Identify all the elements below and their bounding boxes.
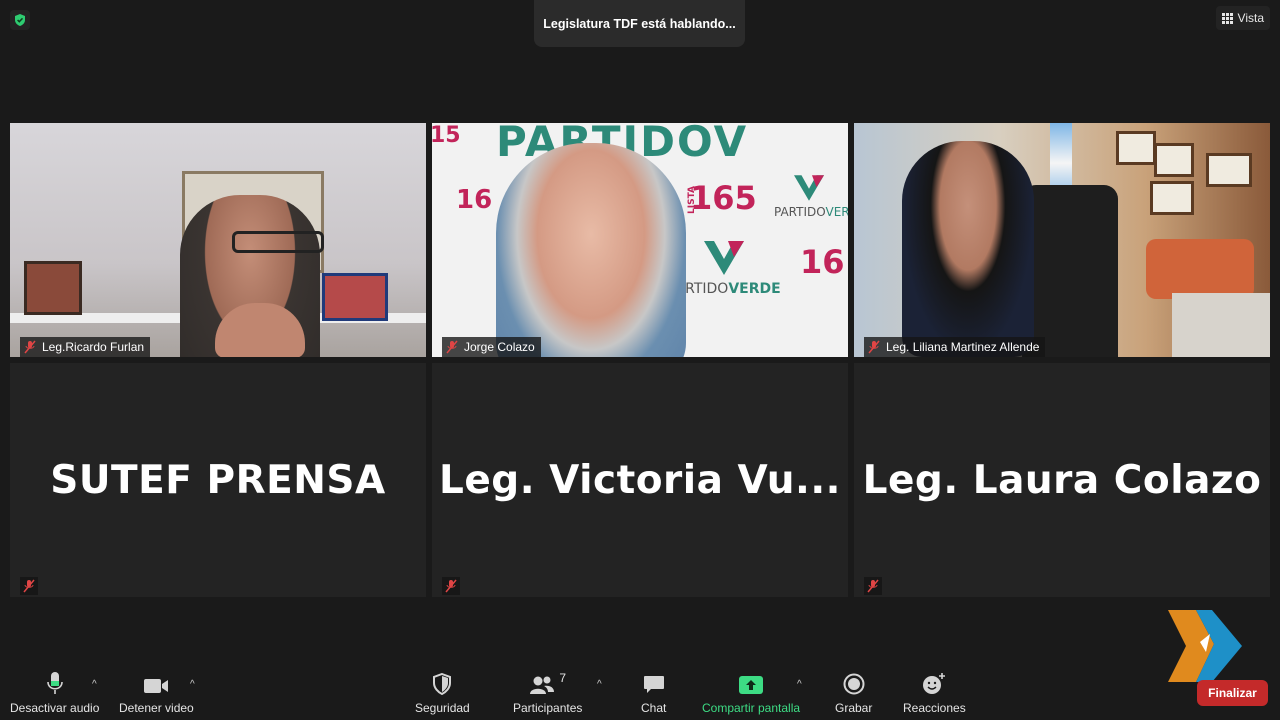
participant-name: Leg.Ricardo Furlan: [42, 340, 145, 354]
wall-frame: [1116, 131, 1156, 165]
photo-frame: [24, 261, 82, 315]
participant-name-tile[interactable]: Leg. Laura Colazo: [854, 363, 1270, 597]
wall-frame: [1154, 143, 1194, 177]
participant-display-name: SUTEF PRENSA: [50, 457, 386, 503]
participant-glasses: [232, 231, 324, 253]
muted-mic-icon: [864, 577, 882, 595]
grid-icon: [1221, 12, 1233, 24]
participant-nametag: Jorge Colazo: [442, 337, 541, 357]
partido-verde-logo: [704, 241, 744, 275]
participant-video-tile[interactable]: Leg. Liliana Martinez Allende: [854, 123, 1270, 357]
backdrop-text: PARTIDOVERDE: [774, 205, 848, 219]
chat-button[interactable]: Chat: [641, 671, 666, 715]
zoom-meeting-window: Legislatura TDF está hablando... Vista L…: [0, 0, 1280, 720]
share-screen-label: Compartir pantalla: [702, 701, 801, 715]
participant-video-tile[interactable]: Leg.Ricardo Furlan: [10, 123, 426, 357]
backdrop-text: 16: [456, 185, 493, 215]
chat-bubble-icon: [643, 676, 664, 693]
muted-mic-icon: [868, 340, 880, 354]
end-meeting-label: Finalizar: [1208, 686, 1257, 700]
meeting-controls-toolbar: Desactivar audio ^ Detener video ^ Segur…: [0, 648, 1280, 720]
view-label: Vista: [1237, 11, 1264, 25]
participants-label: Participantes: [513, 701, 583, 715]
participant-nametag: Leg.Ricardo Furlan: [20, 337, 151, 357]
security-button[interactable]: Seguridad: [415, 671, 470, 715]
partido-verde-logo: [794, 175, 824, 201]
participant-figure: [496, 143, 686, 357]
wall-frame: [1206, 153, 1252, 187]
record-icon: [843, 673, 865, 695]
microphone-icon: [46, 672, 63, 694]
photo-frame: [322, 273, 388, 321]
participant-display-name: Leg. Victoria Vu...: [438, 457, 842, 503]
participant-display-name: Leg. Laura Colazo: [862, 457, 1262, 503]
participant-name-tile[interactable]: SUTEF PRENSA: [10, 363, 426, 597]
audio-options-chevron-icon[interactable]: ^: [92, 679, 97, 690]
participants-count: 7: [559, 671, 567, 685]
mute-audio-label: Desactivar audio: [10, 701, 100, 715]
participants-icon: [530, 676, 555, 694]
stop-video-button[interactable]: Detener video: [119, 671, 194, 715]
muted-mic-icon: [446, 340, 458, 354]
wall-frame: [1150, 181, 1194, 215]
mute-audio-button[interactable]: Desactivar audio: [10, 671, 99, 715]
office-chair: [1022, 185, 1118, 357]
active-speaker-banner: Legislatura TDF está hablando...: [534, 0, 745, 47]
sofa: [1146, 239, 1254, 299]
backdrop-text: LISTA: [686, 186, 697, 214]
muted-mic-icon: [24, 340, 36, 354]
security-shield-icon: [433, 673, 452, 695]
active-speaker-text: Legislatura TDF está hablando...: [543, 16, 736, 31]
stop-video-label: Detener video: [119, 701, 194, 715]
share-screen-icon: [739, 676, 764, 694]
end-meeting-button[interactable]: Finalizar: [1197, 680, 1268, 706]
participant-name: Leg. Liliana Martinez Allende: [886, 340, 1040, 354]
participant-name-tile[interactable]: Leg. Victoria Vu...: [432, 363, 848, 597]
security-label: Seguridad: [415, 701, 470, 715]
backdrop-text: 165: [690, 179, 757, 217]
muted-mic-icon: [442, 577, 460, 595]
participants-options-chevron-icon[interactable]: ^: [597, 679, 602, 690]
video-camera-icon: [144, 679, 169, 693]
participant-video-tile[interactable]: PARTIDOV 15 16 165 LISTA PARTIDOVERDE 16…: [432, 123, 848, 357]
record-label: Grabar: [835, 701, 873, 715]
reactions-button[interactable]: Reacciones: [903, 671, 966, 715]
participant-name: Jorge Colazo: [464, 340, 535, 354]
video-options-chevron-icon[interactable]: ^: [190, 679, 195, 690]
muted-mic-icon: [20, 577, 38, 595]
record-button[interactable]: Grabar: [835, 671, 872, 715]
view-button[interactable]: Vista: [1215, 6, 1270, 30]
share-options-chevron-icon[interactable]: ^: [797, 679, 802, 690]
chat-label: Chat: [641, 701, 667, 715]
backdrop-text: 16: [800, 243, 845, 281]
participant-figure: [902, 141, 1034, 357]
participant-nametag: Leg. Liliana Martinez Allende: [864, 337, 1046, 357]
encryption-shield-icon[interactable]: [10, 10, 30, 30]
reaction-smiley-icon: [923, 673, 946, 694]
backdrop-text: 15: [432, 123, 461, 148]
participants-button[interactable]: 7 Participantes: [513, 671, 582, 715]
reactions-label: Reacciones: [903, 701, 966, 715]
desk: [1172, 293, 1270, 357]
share-screen-button[interactable]: Compartir pantalla: [702, 671, 800, 715]
